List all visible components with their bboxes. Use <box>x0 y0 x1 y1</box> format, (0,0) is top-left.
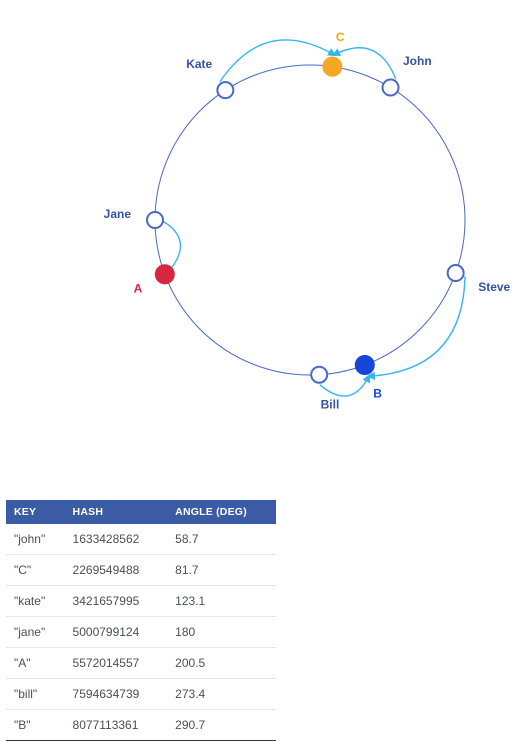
table-row: "A"5572014557200.5 <box>6 648 276 679</box>
table-cell: "kate" <box>6 586 65 617</box>
col-header: ANGLE (DEG) <box>167 500 276 524</box>
table-cell: 2269549488 <box>65 555 168 586</box>
assign-arrow-kate-C <box>220 40 334 82</box>
table-row: "C"226954948881.7 <box>6 555 276 586</box>
assign-arrow-bill-B <box>320 376 369 396</box>
table-cell: "A" <box>6 648 65 679</box>
ring-circle <box>155 65 465 375</box>
table-cell: 3421657995 <box>65 586 168 617</box>
assign-arrow-john-C <box>334 48 396 79</box>
hash-table: KEYHASHANGLE (DEG) "john"163342856258.7"… <box>6 500 526 741</box>
col-header: KEY <box>6 500 65 524</box>
node-bill <box>311 367 327 383</box>
table-cell: 290.7 <box>167 710 276 741</box>
node-john <box>383 80 399 96</box>
node-label-jane: Jane <box>104 207 132 221</box>
node-label-kate: Kate <box>186 57 212 71</box>
table-row: "kate"3421657995123.1 <box>6 586 276 617</box>
node-B <box>356 356 374 374</box>
table-row: "jane"5000799124180 <box>6 617 276 648</box>
table-cell: 5572014557 <box>65 648 168 679</box>
assign-arrow-steve-B <box>369 276 465 376</box>
node-label-B: B <box>373 386 382 400</box>
table-cell: 180 <box>167 617 276 648</box>
table-cell: 5000799124 <box>65 617 168 648</box>
node-label-bill: Bill <box>321 398 340 412</box>
node-C <box>323 58 341 76</box>
node-steve <box>448 265 464 281</box>
hash-ring-diagram: John C Kate Jane A Bill B Steve <box>0 0 532 420</box>
table-cell: 123.1 <box>167 586 276 617</box>
node-jane <box>147 212 163 228</box>
table-row: "B"8077113361290.7 <box>6 710 276 741</box>
table-cell: 58.7 <box>167 524 276 555</box>
table-cell: 200.5 <box>167 648 276 679</box>
node-A <box>156 265 174 283</box>
table-row: "john"163342856258.7 <box>6 524 276 555</box>
table-cell: "jane" <box>6 617 65 648</box>
table-cell: "B" <box>6 710 65 741</box>
table-cell: "C" <box>6 555 65 586</box>
node-label-steve: Steve <box>478 280 510 294</box>
table-row: "bill"7594634739273.4 <box>6 679 276 710</box>
table-cell: 8077113361 <box>65 710 168 741</box>
table-cell: 273.4 <box>167 679 276 710</box>
node-label-john: John <box>403 54 432 68</box>
table-cell: "bill" <box>6 679 65 710</box>
col-header: HASH <box>65 500 168 524</box>
node-label-A: A <box>134 282 143 296</box>
node-label-C: C <box>336 30 345 44</box>
table-cell: "john" <box>6 524 65 555</box>
table-cell: 7594634739 <box>65 679 168 710</box>
table-cell: 81.7 <box>167 555 276 586</box>
table-cell: 1633428562 <box>65 524 168 555</box>
node-kate <box>217 82 233 98</box>
